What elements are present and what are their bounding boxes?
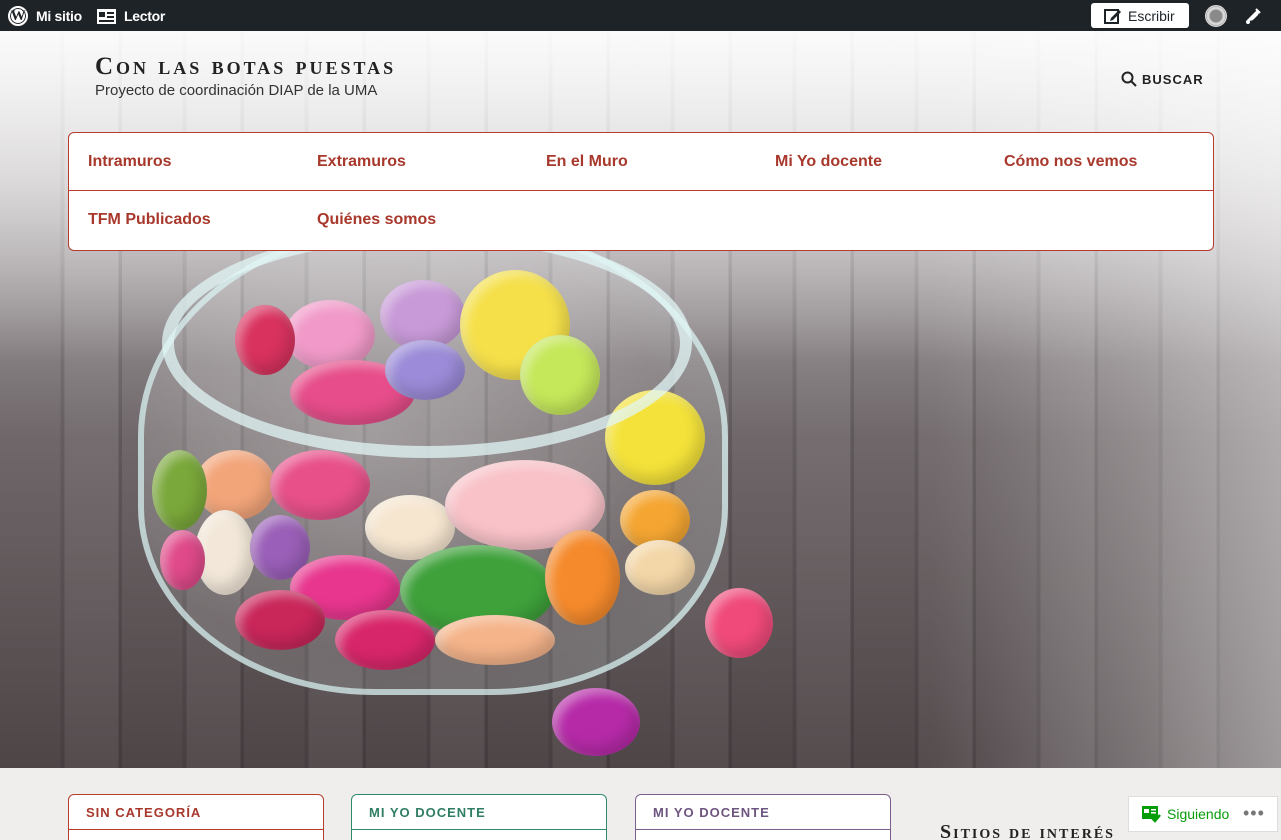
candy [335,610,435,670]
candy [435,615,555,665]
my-site-label: Mi sitio [36,8,82,24]
candy [195,450,275,520]
site-tagline: Proyecto de coordinación DIAP de la UMA [95,82,378,99]
search-icon [1121,71,1137,87]
notifications-bell-icon[interactable] [1243,6,1263,26]
candy [625,540,695,595]
site-title[interactable]: Con las botas puestas [95,53,396,81]
candy [160,530,205,590]
candy [152,450,207,530]
pencil-icon [1104,8,1121,24]
nav-item-intramuros[interactable]: Intramuros [88,153,172,171]
search-button[interactable]: BUSCAR [1121,71,1204,87]
candy [705,588,773,658]
write-label: Escribir [1128,7,1175,24]
nav-item-quienes-somos[interactable]: Quiénes somos [317,211,436,229]
search-label: BUSCAR [1142,71,1204,87]
candy [270,450,370,520]
candy [235,590,325,650]
candy [545,530,620,625]
reader-label: Lector [124,8,165,24]
nav-item-en-el-muro[interactable]: En el Muro [546,153,628,171]
post-card[interactable]: SIN CATEGORÍA [68,794,324,840]
avatar[interactable] [1205,5,1227,27]
post-category[interactable]: MI YO DOCENTE [636,795,890,830]
nav-item-como-nos-vemos[interactable]: Cómo nos vemos [1004,153,1137,171]
reader-button[interactable]: Lector [97,5,165,27]
post-category[interactable]: SIN CATEGORÍA [69,795,323,830]
nav-item-mi-yo-docente[interactable]: Mi Yo docente [775,153,882,171]
my-site-button[interactable]: W Mi sitio [8,5,82,27]
reader-follow-icon [1142,806,1161,823]
following-label: Siguiendo [1167,806,1230,822]
post-card[interactable]: MI YO DOCENTE [351,794,607,840]
write-button[interactable]: Escribir [1091,3,1189,28]
more-options-icon[interactable]: ••• [1243,803,1265,824]
sidebar-widget-title: Sitios de interés [940,821,1115,840]
main-navigation: Intramuros Extramuros En el Muro Mi Yo d… [68,132,1214,251]
post-category[interactable]: MI YO DOCENTE [352,795,606,830]
admin-bar: W Mi sitio Lector Escribir [0,0,1281,31]
reader-icon [97,8,116,24]
nav-row: TFM Publicados Quiénes somos [69,191,1213,249]
candy [552,688,640,756]
nav-row: Intramuros Extramuros En el Muro Mi Yo d… [69,133,1213,191]
nav-item-extramuros[interactable]: Extramuros [317,153,406,171]
wordpress-logo-icon: W [8,6,28,26]
post-card[interactable]: MI YO DOCENTE [635,794,891,840]
jar-rim [162,228,692,458]
nav-item-tfm-publicados[interactable]: TFM Publicados [88,211,211,229]
